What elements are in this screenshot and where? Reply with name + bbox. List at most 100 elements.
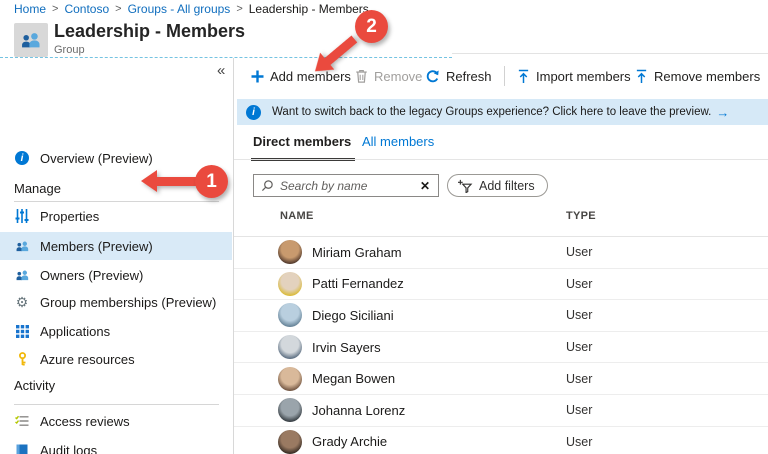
- sidebar-item-label: Audit logs: [40, 442, 98, 454]
- sidebar-item-properties[interactable]: Properties: [0, 203, 232, 229]
- sidebar-collapse-chevron-icon[interactable]: «: [217, 62, 225, 79]
- breadcrumb-groups[interactable]: Groups - All groups: [128, 2, 231, 16]
- azure-groups-members-page: Home > Contoso > Groups - All groups > L…: [0, 0, 768, 454]
- sidebar-item-access-reviews[interactable]: Access reviews: [0, 408, 232, 434]
- breadcrumb-home[interactable]: Home: [14, 2, 46, 16]
- member-type: User: [566, 434, 593, 449]
- search-icon: [261, 180, 273, 192]
- remove-members-button[interactable]: Remove members: [635, 62, 760, 90]
- table-row[interactable]: Irvin Sayers User: [234, 332, 768, 364]
- sidebar-item-members[interactable]: Members (Preview): [0, 232, 232, 260]
- remove-label: Remove: [374, 68, 423, 84]
- member-name: Grady Archie: [312, 434, 388, 450]
- add-filters-label: Add filters: [479, 178, 535, 193]
- info-icon: i: [14, 150, 30, 166]
- filter-plus-icon: [458, 179, 473, 193]
- member-name: Johanna Lorenz: [312, 402, 406, 418]
- member-type: User: [566, 245, 593, 260]
- breadcrumb-contoso[interactable]: Contoso: [64, 2, 109, 16]
- section-divider: [14, 404, 219, 405]
- member-name: Patti Fernandez: [312, 276, 404, 292]
- owners-icon: [14, 267, 30, 283]
- member-name: Irvin Sayers: [312, 339, 381, 355]
- members-list: Miriam Graham User Patti Fernandez User …: [234, 237, 768, 454]
- member-tabs: Direct members All members: [234, 134, 768, 161]
- table-row[interactable]: Patti Fernandez User: [234, 269, 768, 301]
- sidebar-item-label: Access reviews: [40, 413, 130, 429]
- sidebar-item-azure-resources[interactable]: Azure resources: [0, 346, 232, 372]
- clear-search-icon[interactable]: ✕: [420, 179, 430, 193]
- avatar: [278, 366, 302, 391]
- audit-logs-icon: [14, 442, 30, 454]
- sidebar-item-label: Members (Preview): [40, 238, 153, 254]
- tabs-bottom-border: [234, 159, 768, 160]
- applications-icon: [14, 323, 30, 339]
- refresh-label: Refresh: [446, 68, 492, 84]
- add-filters-button[interactable]: Add filters: [447, 174, 548, 197]
- sidebar-item-label: Overview (Preview): [40, 150, 153, 166]
- annotation-arrow-1: [141, 170, 196, 192]
- table-row[interactable]: Miriam Graham User: [234, 237, 768, 269]
- sidebar-item-label: Owners (Preview): [40, 267, 144, 283]
- avatar: [278, 429, 302, 454]
- access-reviews-icon: [14, 413, 30, 429]
- member-type: User: [566, 371, 593, 386]
- arrow-right-icon: →: [716, 104, 730, 120]
- main-content: Add members Remove Refresh Import member…: [234, 58, 768, 454]
- trash-icon: [356, 69, 367, 83]
- plus-icon: [251, 70, 264, 82]
- member-name: Miriam Graham: [312, 244, 402, 260]
- sidebar-item-owners[interactable]: Owners (Preview): [0, 262, 232, 288]
- people-icon: [22, 32, 40, 47]
- sidebar-item-label: Properties: [40, 208, 100, 224]
- avatar: [278, 303, 302, 328]
- group-icon: [14, 23, 48, 57]
- member-type: User: [566, 403, 593, 418]
- breadcrumb: Home > Contoso > Groups - All groups > L…: [14, 2, 369, 16]
- sidebar-item-overview[interactable]: i Overview (Preview): [0, 145, 232, 171]
- members-icon: [14, 238, 30, 254]
- avatar: [278, 240, 302, 265]
- refresh-icon: [426, 69, 439, 82]
- tab-direct-members[interactable]: Direct members: [253, 134, 351, 149]
- tab-all-members[interactable]: All members: [362, 134, 434, 149]
- sidebar-item-group-memberships[interactable]: ⚙ Group memberships (Preview): [0, 289, 232, 315]
- breadcrumb-separator: >: [115, 3, 122, 15]
- avatar: [278, 335, 302, 360]
- table-row[interactable]: Diego Siciliani User: [234, 300, 768, 332]
- remove-button[interactable]: Remove: [355, 62, 422, 90]
- sidebar: « i Overview (Preview) Manage Properties: [0, 58, 233, 454]
- refresh-button[interactable]: Refresh: [425, 62, 492, 90]
- avatar: [278, 398, 302, 423]
- table-row[interactable]: Johanna Lorenz User: [234, 395, 768, 427]
- upload-icon: [518, 69, 529, 83]
- annotation-step-2: 2: [355, 10, 388, 43]
- sidebar-item-label: Applications: [40, 323, 111, 339]
- upload-icon: [636, 69, 647, 83]
- sidebar-item-label: Group memberships (Preview): [40, 294, 217, 310]
- sidebar-section-activity: Activity: [14, 378, 56, 393]
- section-divider: [14, 201, 219, 202]
- table-row[interactable]: Megan Bowen User: [234, 363, 768, 395]
- legacy-experience-banner[interactable]: i Want to switch back to the legacy Grou…: [237, 99, 768, 125]
- search-input[interactable]: [280, 178, 412, 193]
- breadcrumb-separator: >: [52, 3, 59, 15]
- import-members-button[interactable]: Import members: [517, 62, 631, 90]
- member-type: User: [566, 276, 593, 291]
- properties-icon: [14, 208, 30, 224]
- import-members-label: Import members: [536, 68, 631, 84]
- sidebar-item-applications[interactable]: Applications: [0, 318, 232, 344]
- sidebar-section-manage: Manage: [14, 181, 61, 196]
- column-header-name: NAME: [280, 210, 314, 222]
- column-header-type: TYPE: [566, 210, 596, 222]
- info-icon: i: [246, 104, 261, 120]
- search-box: ✕: [253, 174, 439, 197]
- avatar: [278, 271, 302, 296]
- page-title: Leadership - Members: [54, 21, 246, 41]
- toolbar-top-border: [452, 53, 768, 54]
- sidebar-item-audit-logs[interactable]: Audit logs: [0, 437, 232, 454]
- sidebar-item-label: Azure resources: [40, 351, 135, 367]
- member-type: User: [566, 308, 593, 323]
- table-row[interactable]: Grady Archie User: [234, 427, 768, 454]
- member-type: User: [566, 340, 593, 355]
